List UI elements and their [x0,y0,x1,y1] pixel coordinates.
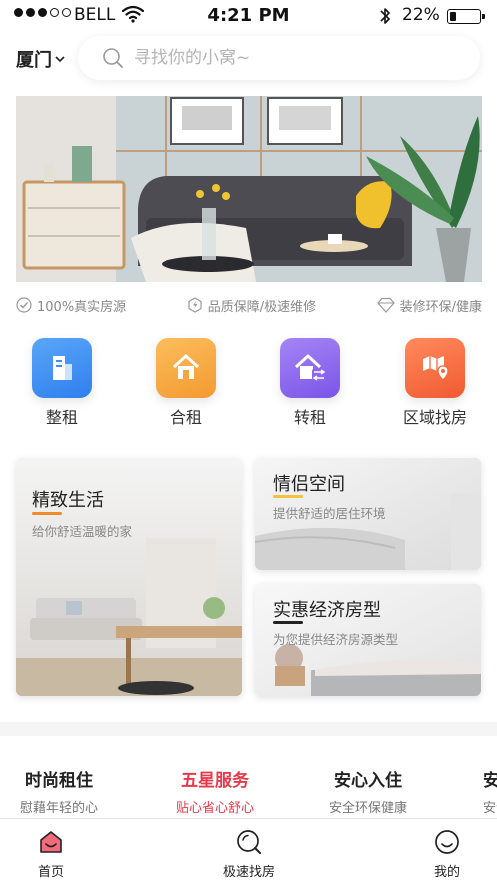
service-item[interactable]: 安 安全 [483,766,497,816]
card-couple-space[interactable]: 情侣空间 提供舒适的居住环境 [255,458,481,570]
card-subtitle: 提供舒适的居住环境 [273,506,386,521]
card-accent-bar [32,512,62,515]
category-label: 区域找房 [402,408,467,427]
tab-label: 首页 [37,865,64,880]
search-icon [237,830,261,854]
category-tile [156,338,216,398]
living-room-illustration [16,96,482,282]
tab-quick-search[interactable]: 极速找房 [212,827,286,880]
service-subtitle: 安全 [483,801,497,816]
smiley-icon [435,830,459,854]
lightning-hexagon-icon [188,297,202,313]
banner-image[interactable] [16,96,482,282]
feature-label: 品质保障/极速维修 [207,299,317,315]
tab-label: 极速找房 [222,865,275,880]
category-tile [280,338,340,398]
service-item[interactable]: 安心入住 安全环保健康 [303,766,433,816]
search-bar[interactable] [78,36,480,80]
section-divider [0,722,497,736]
status-bar: BELL 4:21 PM 22% [0,0,497,32]
category-shared-rent[interactable]: 合租 [136,338,236,428]
card-title: 精致生活 [32,490,104,511]
chevron-down-icon [55,56,65,63]
category-tile [32,338,92,398]
category-sublet[interactable]: 转租 [260,338,360,428]
category-grid: 整租 合租 转租 区域找房 [0,338,497,428]
service-item[interactable]: 时尚租住 慰藉年轻的心 [0,766,124,816]
bluetooth-icon [380,8,390,24]
card-title: 实惠经济房型 [273,600,381,621]
service-title: 时尚租住 [25,771,93,791]
search-icon [103,48,123,68]
city-selector[interactable]: 厦门 [16,46,65,72]
building-icon [53,356,72,380]
tab-label: 我的 [433,865,460,880]
service-title: 安 [483,771,497,791]
feature-item: 100%真实房源 [16,294,126,316]
service-subtitle: 慰藉年轻的心 [19,801,98,816]
home-icon [40,831,62,853]
category-area-search[interactable]: 区域找房 [385,338,485,428]
service-subtitle: 安全环保健康 [328,801,407,816]
feature-item: 品质保障/极速维修 [187,294,316,316]
card-subtitle: 为您提供经济房源类型 [273,632,399,647]
category-label: 转租 [293,408,326,427]
tab-home[interactable]: 首页 [26,827,76,880]
feature-item: 装修环保/健康 [376,294,482,316]
category-label: 整租 [45,408,78,427]
battery-icon [447,9,485,24]
card-accent-bar [273,621,303,624]
bottom-tab-bar: 首页 极速找房 我的 [0,818,497,883]
category-tile [405,338,465,398]
check-circle-icon [16,297,32,313]
city-label: 厦门 [16,50,52,71]
card-budget-units[interactable]: 实惠经济房型 为您提供经济房源类型 [255,584,481,696]
search-input[interactable] [134,48,454,68]
house-transfer-icon [294,354,326,381]
category-whole-rent[interactable]: 整租 [12,338,112,428]
house-icon [172,354,200,379]
card-refined-living[interactable]: 精致生活 给你舒适温暖的家 [16,458,242,696]
service-title: 五星服务 [181,771,249,791]
card-accent-bar [273,495,303,498]
card-subtitle: 给你舒适温暖的家 [32,524,133,539]
battery-percent: 22% [402,5,440,25]
feature-label: 装修环保/健康 [399,299,482,315]
service-item-active[interactable]: 五星服务 贴心省心舒心 [150,766,280,816]
diamond-icon [376,297,395,313]
tab-mine[interactable]: 我的 [422,827,472,880]
feature-strip: 100%真实房源 品质保障/极速维修 装修环保/健康 [16,294,482,316]
category-label: 合租 [169,408,202,427]
card-title: 情侣空间 [273,474,345,495]
service-subtitle: 贴心省心舒心 [175,801,254,816]
map-pin-icon [423,356,449,381]
feature-label: 100%真实房源 [37,299,127,315]
service-title: 安心入住 [334,771,402,791]
